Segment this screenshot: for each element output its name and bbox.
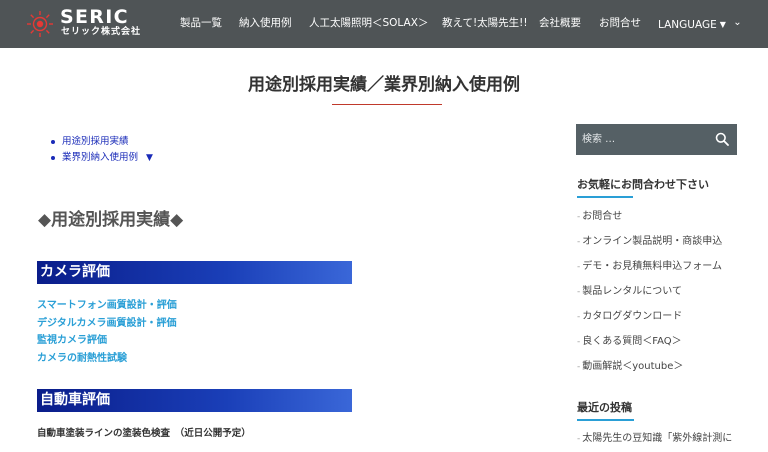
caret-down-icon: ▼	[719, 20, 726, 29]
recent-posts-title: 最近の投稿	[577, 401, 632, 414]
sidebar-search	[576, 124, 737, 155]
nav-item-contact[interactable]: お問合せ	[599, 16, 641, 30]
sidebar-link[interactable]: - オンライン製品説明・商談申込	[577, 234, 747, 259]
list-item[interactable]: デジタルカメラ画質設計・評価	[37, 315, 177, 333]
dash-bullet: -	[577, 337, 581, 347]
toc-item[interactable]: 用途別採用実績	[48, 134, 153, 150]
sidebar-link-label[interactable]: 動画解説＜youtube＞	[582, 361, 683, 372]
nav-item-delivery-examples[interactable]: 納入使用例	[239, 16, 292, 30]
title-underline	[332, 104, 442, 105]
site-header: SERIC セリック株式会社 製品一覧 納入使用例 人工太陽照明＜SOLAX＞ …	[0, 0, 768, 48]
table-of-contents: 用途別採用実績 業界別納入使用例 ▼	[48, 134, 153, 166]
sidebar-link[interactable]: - 良くある質問＜FAQ＞	[577, 334, 747, 359]
list-item[interactable]: カメラの耐熱性試験	[37, 350, 177, 368]
dash-bullet: -	[577, 287, 581, 297]
dash-bullet: -	[577, 362, 581, 372]
sidebar-link[interactable]: - お問合せ	[577, 209, 747, 234]
toc-item-label[interactable]: 用途別採用実績	[62, 136, 129, 147]
dash-bullet: -	[577, 312, 581, 322]
sidebar-link-label[interactable]: デモ・お見積無料申込フォーム	[582, 261, 722, 272]
sidebar-link[interactable]: - 製品レンタルについて	[577, 284, 747, 309]
sidebar-link[interactable]: - カタログダウンロード	[577, 309, 747, 334]
nav-item-products[interactable]: 製品一覧	[180, 16, 222, 30]
sidebar-link-label[interactable]: カタログダウンロード	[582, 311, 682, 322]
nav-item-solax[interactable]: 人工太陽照明＜SOLAX＞	[309, 16, 428, 30]
toc-toggle-icon[interactable]: ▼	[146, 153, 153, 163]
contact-widget-title: お気軽にお問合わせ下さい	[577, 178, 709, 191]
search-icon[interactable]	[715, 132, 729, 146]
sidebar-link-label[interactable]: オンライン製品説明・商談申込	[582, 236, 722, 247]
sidebar-link-label[interactable]: 製品レンタルについて	[582, 286, 682, 297]
language-menu[interactable]: LANGUAGE ▼ ⌄	[658, 16, 742, 32]
dash-bullet: -	[577, 434, 581, 444]
language-label: LANGUAGE	[658, 19, 717, 31]
section-heading: ◆用途別採用実績◆	[38, 210, 184, 230]
main-nav: 製品一覧 納入使用例 人工太陽照明＜SOLAX＞ 教えて!太陽先生!! 会社概要…	[0, 0, 768, 48]
page-title: 用途別採用実績／業界別納入使用例	[248, 75, 520, 95]
toc-item[interactable]: 業界別納入使用例 ▼	[48, 150, 153, 166]
category-band-automotive: 自動車評価	[37, 389, 352, 412]
contact-link-list: - お問合せ - オンライン製品説明・商談申込 - デモ・お見積無料申込フォーム -製…	[577, 209, 747, 384]
dash-bullet: -	[577, 237, 581, 247]
contact-title-accent	[577, 196, 633, 198]
chevron-down-icon: ⌄	[733, 17, 742, 28]
category-band-camera: カメラ評価	[37, 261, 352, 284]
toc-item-label[interactable]: 業界別納入使用例	[62, 152, 138, 163]
list-item: 自動車塗装ラインの塗装色検査 （近日公開予定）	[37, 428, 251, 439]
sidebar-link[interactable]: - 動画解説＜youtube＞	[577, 359, 747, 384]
sidebar-link[interactable]: - デモ・お見積無料申込フォーム	[577, 259, 747, 284]
recent-title-accent	[577, 419, 634, 421]
list-item[interactable]: スマートフォン画質設計・評価	[37, 297, 177, 315]
search-input[interactable]	[582, 130, 702, 148]
nav-item-ask-sun-teacher[interactable]: 教えて!太陽先生!!	[442, 16, 528, 30]
dash-bullet: -	[577, 262, 581, 272]
list-item[interactable]: 監視カメラ評価	[37, 332, 177, 350]
recent-post-link[interactable]: - 太陽先生の豆知識「紫外線計測に	[577, 432, 757, 446]
sidebar-link-label[interactable]: 良くある質問＜FAQ＞	[582, 336, 681, 347]
camera-link-list: スマートフォン画質設計・評価 デジタルカメラ画質設計・評価 監視カメラ評価 カメ…	[37, 297, 177, 367]
recent-post-label[interactable]: 太陽先生の豆知識「紫外線計測に	[582, 433, 732, 444]
sidebar-link-label[interactable]: お問合せ	[582, 211, 622, 222]
dash-bullet: -	[577, 212, 581, 222]
nav-item-company[interactable]: 会社概要	[539, 16, 581, 30]
